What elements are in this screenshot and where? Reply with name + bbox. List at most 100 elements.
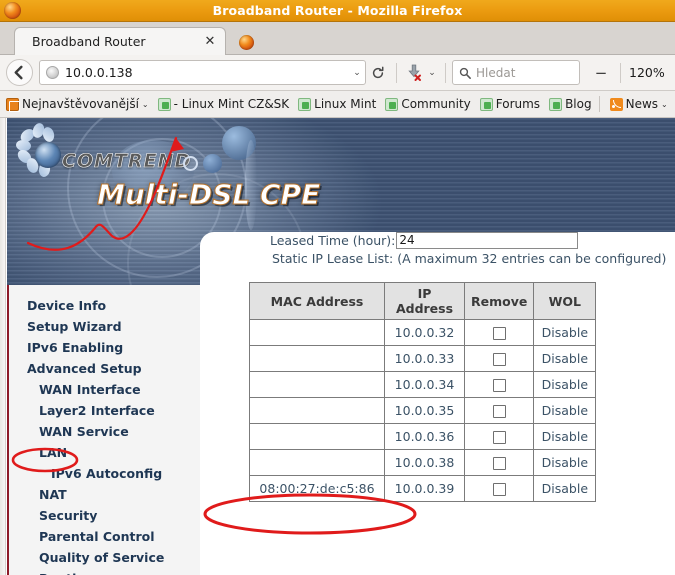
remove-checkbox[interactable] bbox=[492, 483, 506, 496]
close-icon[interactable]: ✕ bbox=[201, 33, 219, 51]
sidebar-item-lan[interactable]: LAN bbox=[9, 442, 201, 463]
sidebar-item-layer2-interface[interactable]: Layer2 Interface bbox=[9, 400, 201, 421]
cell-mac-address bbox=[249, 371, 385, 398]
firefox-icon bbox=[238, 34, 254, 50]
table-row: 10.0.0.36 Disable bbox=[249, 423, 597, 450]
page-left-gutter bbox=[0, 118, 6, 575]
bookmark-blog[interactable]: Blog bbox=[546, 94, 595, 114]
toolbar-separator bbox=[620, 62, 621, 83]
sidebar-item-setup-wizard[interactable]: Setup Wizard bbox=[9, 316, 201, 337]
cell-remove bbox=[463, 449, 535, 476]
globe-icon bbox=[46, 66, 59, 79]
bookmark-news[interactable]: News ⌄ bbox=[607, 94, 671, 114]
leased-time-input[interactable]: 24 bbox=[396, 232, 579, 249]
router-sidebar: Device Info Setup Wizard IPv6 Enabling A… bbox=[7, 285, 203, 575]
toolbar-separator bbox=[445, 62, 446, 83]
table-row: 08:00:27:de:c5:86 10.0.0.39 Disable bbox=[249, 475, 597, 502]
bookmark-label: Nejnavštěvovanější bbox=[22, 97, 139, 111]
chevron-down-icon: ⌄ bbox=[661, 99, 668, 109]
cell-remove bbox=[463, 345, 535, 372]
remove-checkbox[interactable] bbox=[492, 353, 506, 366]
cell-mac-address bbox=[249, 345, 385, 372]
bookmarks-toolbar: Nejnavštěvovanější ⌄ - Linux Mint CZ&SK … bbox=[0, 91, 675, 118]
download-arrow-icon bbox=[408, 64, 421, 81]
bookmark-most-visited[interactable]: Nejnavštěvovanější ⌄ bbox=[3, 94, 152, 114]
table-row: 10.0.0.34 Disable bbox=[249, 371, 597, 398]
sidebar-item-device-info[interactable]: Device Info bbox=[9, 295, 201, 316]
search-bar[interactable]: Hledat bbox=[452, 60, 580, 85]
search-placeholder: Hledat bbox=[476, 65, 516, 80]
cell-remove bbox=[463, 423, 535, 450]
bookmark-community[interactable]: Community bbox=[382, 94, 473, 114]
zoom-level-label[interactable]: 120% bbox=[629, 65, 665, 80]
sidebar-item-wan-interface[interactable]: WAN Interface bbox=[9, 379, 201, 400]
downloads-button[interactable] bbox=[403, 60, 425, 86]
rss-icon bbox=[609, 97, 623, 111]
toolbar-separator bbox=[396, 62, 397, 83]
url-text: 10.0.0.138 bbox=[65, 65, 133, 80]
table-header-row: MAC Address IP Address Remove WOL bbox=[249, 282, 597, 320]
cell-wol: Disable bbox=[533, 319, 597, 346]
mint-icon bbox=[298, 97, 312, 111]
table-row: 10.0.0.38 Disable bbox=[249, 449, 597, 476]
new-tab-button[interactable] bbox=[236, 32, 256, 52]
cell-ip-address: 10.0.0.35 bbox=[384, 397, 465, 424]
remove-checkbox[interactable] bbox=[492, 431, 506, 444]
navigation-toolbar: 10.0.0.138 ⌄ ⌄ Hledat − 120% bbox=[0, 55, 675, 91]
sidebar-item-ipv6-enabling[interactable]: IPv6 Enabling bbox=[9, 337, 201, 358]
bookmark-label: Blog bbox=[565, 97, 592, 111]
cell-mac-address bbox=[249, 319, 385, 346]
search-icon bbox=[459, 67, 471, 79]
bookmark-separator bbox=[598, 96, 600, 112]
sidebar-item-parental-control[interactable]: Parental Control bbox=[9, 526, 201, 547]
static-ip-lease-table: MAC Address IP Address Remove WOL 10.0.0… bbox=[249, 282, 597, 502]
back-button[interactable] bbox=[6, 59, 33, 86]
sidebar-item-nat[interactable]: NAT bbox=[9, 484, 201, 505]
folder-icon bbox=[6, 97, 20, 112]
bookmark-label: Linux Mint bbox=[314, 97, 377, 111]
brand-wordmark: COMTREND bbox=[62, 150, 192, 173]
window-title: Broadband Router - Mozilla Firefox bbox=[212, 3, 463, 18]
chevron-down-icon: ⌄ bbox=[141, 99, 149, 109]
sidebar-item-wan-service[interactable]: WAN Service bbox=[9, 421, 201, 442]
cell-ip-address: 10.0.0.36 bbox=[384, 423, 465, 450]
bookmark-label: - Linux Mint CZ&SK bbox=[173, 97, 290, 111]
cell-remove bbox=[463, 319, 535, 346]
bookmark-label: Forums bbox=[495, 97, 541, 111]
cell-ip-address: 10.0.0.39 bbox=[384, 475, 465, 502]
cell-mac-address bbox=[249, 449, 385, 476]
sidebar-item-quality-of-service[interactable]: Quality of Service bbox=[9, 547, 201, 568]
reload-button[interactable] bbox=[366, 60, 390, 85]
window-title-bar: Broadband Router - Mozilla Firefox bbox=[0, 0, 675, 22]
remove-checkbox[interactable] bbox=[492, 405, 506, 418]
column-header-ip-address: IP Address bbox=[384, 282, 465, 320]
static-lease-note: Static IP Lease List: (A maximum 32 entr… bbox=[272, 251, 667, 266]
bookmark-forums[interactable]: Forums bbox=[477, 94, 543, 114]
cell-wol: Disable bbox=[533, 371, 597, 398]
remove-checkbox[interactable] bbox=[492, 379, 506, 392]
sidebar-menu: Device Info Setup Wizard IPv6 Enabling A… bbox=[9, 285, 201, 575]
url-bar[interactable]: 10.0.0.138 ⌄ bbox=[39, 60, 366, 85]
sidebar-item-routing[interactable]: Routing bbox=[9, 568, 201, 575]
page-viewport: COMTREND Multi-DSL CPE Device Info Setup… bbox=[0, 118, 675, 575]
zoom-out-button[interactable]: − bbox=[588, 64, 614, 82]
bookmark-linux-mint[interactable]: Linux Mint bbox=[295, 94, 379, 114]
bookmark-linux-mint-cz-sk[interactable]: - Linux Mint CZ&SK bbox=[155, 94, 293, 114]
chevron-down-icon[interactable]: ⌄ bbox=[349, 68, 365, 78]
reload-icon bbox=[372, 66, 384, 78]
remove-checkbox[interactable] bbox=[492, 457, 506, 470]
cell-mac-address bbox=[249, 397, 385, 424]
sidebar-item-security[interactable]: Security bbox=[9, 505, 201, 526]
cell-mac-address bbox=[249, 423, 385, 450]
cell-wol: Disable bbox=[533, 423, 597, 450]
sidebar-item-advanced-setup[interactable]: Advanced Setup bbox=[9, 358, 201, 379]
cell-remove bbox=[463, 475, 535, 502]
sidebar-item-ipv6-autoconfig[interactable]: IPv6 Autoconfig bbox=[9, 463, 201, 484]
tab-strip: Broadband Router ✕ bbox=[0, 22, 675, 55]
leased-time-row: Leased Time (hour): 24 bbox=[270, 232, 579, 249]
tab-label: Broadband Router bbox=[32, 34, 146, 49]
cell-ip-address: 10.0.0.38 bbox=[384, 449, 465, 476]
tab-broadband-router[interactable]: Broadband Router ✕ bbox=[14, 27, 226, 55]
remove-checkbox[interactable] bbox=[492, 327, 506, 340]
chevron-down-icon[interactable]: ⌄ bbox=[425, 68, 439, 78]
